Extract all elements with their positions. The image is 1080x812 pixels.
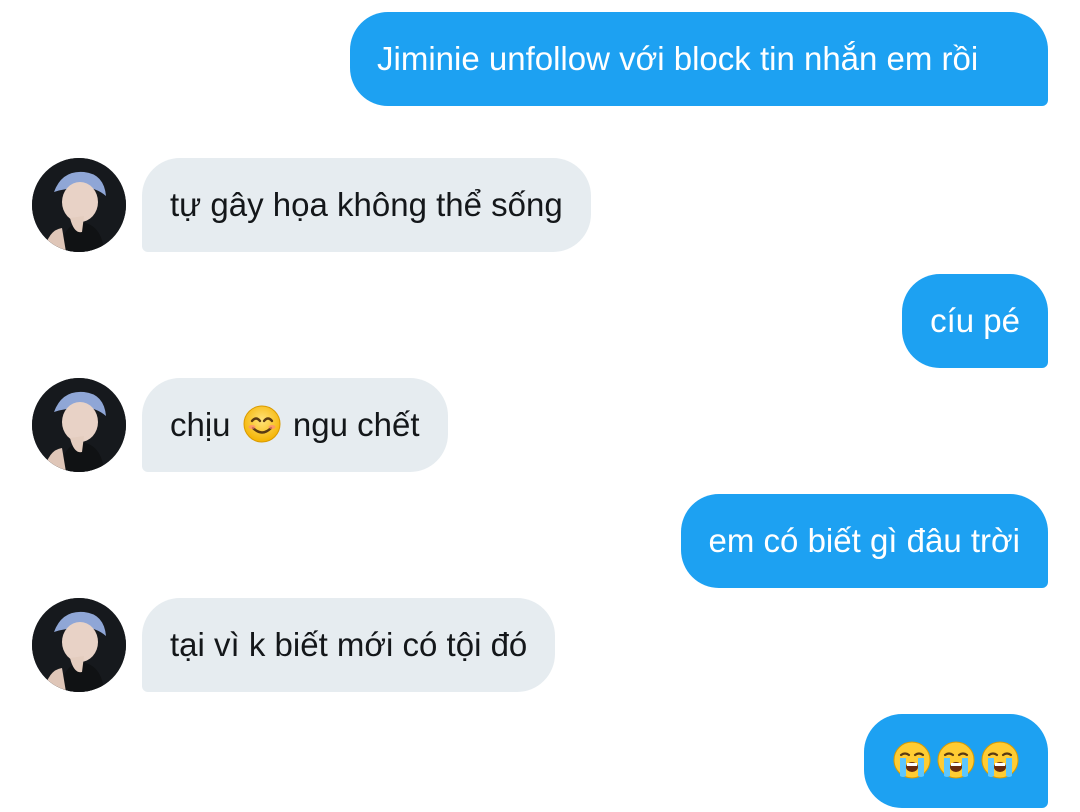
message-text-after-emoji: ngu chết (292, 406, 420, 443)
loudly-crying-face-emoji-icon (936, 740, 976, 780)
avatar-photo-icon (32, 158, 126, 252)
avatar-photo-icon (32, 378, 126, 472)
message-text: tự gây họa không thể sống (170, 186, 563, 223)
received-message[interactable]: chịu ngu chết (142, 378, 448, 472)
contact-avatar[interactable] (32, 158, 126, 252)
sent-message[interactable]: Jiminie unfollow với block tin nhắn em r… (350, 12, 1048, 106)
message-text: Jiminie unfollow với block tin nhắn em r… (377, 40, 979, 77)
loudly-crying-face-emoji-icon (980, 740, 1020, 780)
contact-avatar[interactable] (32, 378, 126, 472)
message-text: em có biết gì đâu trời (708, 522, 1020, 559)
message-text-before-emoji: chịu (170, 406, 231, 443)
received-message[interactable]: tại vì k biết mới có tội đó (142, 598, 556, 692)
sent-message[interactable]: cíu pé (902, 274, 1048, 368)
message-text: cíu pé (930, 302, 1020, 339)
loudly-crying-face-emoji-icon (892, 740, 932, 780)
received-message[interactable]: tự gây họa không thể sống (142, 158, 591, 252)
avatar-photo-icon (32, 598, 126, 692)
smiling-face-emoji-icon (242, 404, 282, 444)
message-text: tại vì k biết mới có tội đó (170, 626, 528, 663)
sent-message[interactable] (864, 714, 1048, 808)
contact-avatar[interactable] (32, 598, 126, 692)
sent-message[interactable]: em có biết gì đâu trời (680, 494, 1048, 588)
